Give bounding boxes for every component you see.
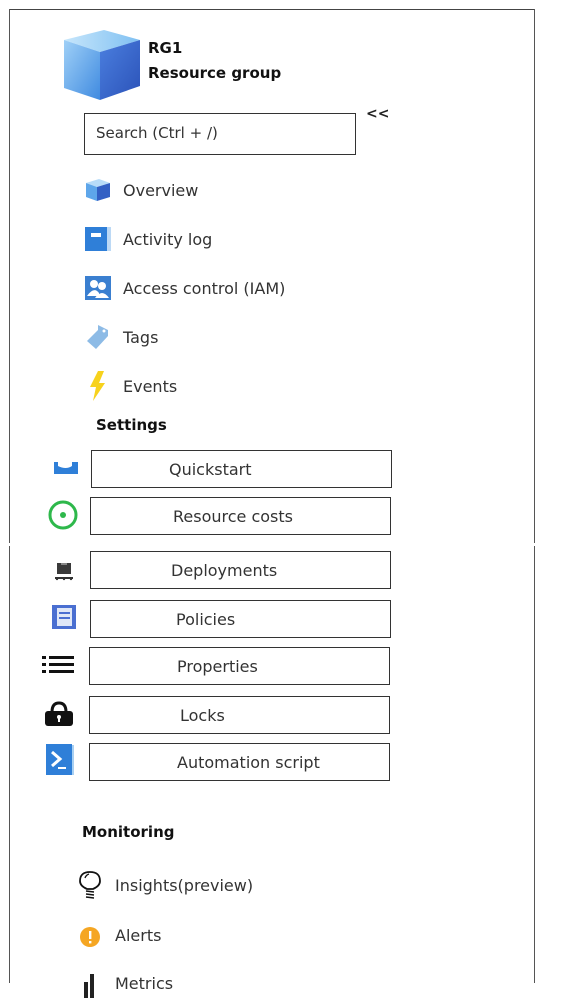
- settings-item-properties[interactable]: Properties: [89, 647, 390, 685]
- panel-border-right-lower: [534, 546, 535, 983]
- lightbulb-icon: [76, 871, 104, 899]
- powershell-icon: [43, 743, 77, 777]
- settings-item-automation-script[interactable]: Automation script: [89, 743, 390, 781]
- settings-heading: Settings: [96, 416, 167, 434]
- panel-border-top: [9, 9, 535, 10]
- bar-chart-icon: [76, 969, 104, 998]
- settings-item-policies[interactable]: Policies: [90, 600, 391, 638]
- nav-item-label: Events: [123, 376, 178, 396]
- nav-item-label: Overview: [123, 180, 199, 200]
- nav-item-tags[interactable]: Tags: [84, 322, 158, 352]
- list-icon: [41, 648, 75, 682]
- resource-name: RG1: [148, 39, 183, 57]
- users-icon: [84, 274, 112, 302]
- settings-item-resource-costs[interactable]: Resource costs: [90, 497, 391, 535]
- nav-item-label: Access control (IAM): [123, 278, 286, 298]
- monitoring-item-label: Insights(preview): [115, 875, 254, 895]
- monitoring-item-label: Alerts: [115, 925, 162, 945]
- nav-item-overview[interactable]: Overview: [84, 175, 198, 205]
- monitoring-heading: Monitoring: [82, 823, 175, 841]
- settings-item-locks[interactable]: Locks: [89, 696, 390, 734]
- monitoring-item-label: Metrics: [115, 973, 174, 993]
- lightning-icon: [84, 371, 112, 401]
- policies-icon: [47, 600, 81, 634]
- settings-item-quickstart[interactable]: Quickstart: [91, 450, 392, 488]
- settings-item-deployments[interactable]: Deployments: [90, 551, 391, 589]
- collapse-menu-button[interactable]: <<: [366, 106, 389, 122]
- tag-icon: [84, 323, 112, 351]
- alert-icon: [76, 921, 104, 949]
- deployments-icon: [47, 553, 81, 587]
- cost-icon: [46, 498, 80, 532]
- panel-border-left: [9, 9, 10, 543]
- nav-item-access-control[interactable]: Access control (IAM): [84, 273, 285, 303]
- search-input[interactable]: Search (Ctrl + /): [84, 113, 356, 155]
- overview-cube-icon: [84, 176, 112, 204]
- quickstart-icon: [49, 451, 83, 485]
- monitoring-item-alerts[interactable]: Alerts: [76, 920, 161, 950]
- monitoring-item-insights[interactable]: Insights(preview): [76, 870, 253, 900]
- nav-item-activity-log[interactable]: Activity log: [84, 224, 212, 254]
- resource-group-cube-icon: [60, 26, 144, 102]
- nav-item-events[interactable]: Events: [84, 371, 177, 401]
- resource-type: Resource group: [148, 64, 282, 82]
- monitoring-item-metrics[interactable]: Metrics: [76, 968, 173, 998]
- activity-log-icon: [84, 225, 112, 253]
- lock-icon: [42, 697, 76, 731]
- panel-border-right: [534, 9, 535, 543]
- nav-item-label: Activity log: [123, 229, 213, 249]
- nav-item-label: Tags: [123, 327, 159, 347]
- panel-border-left-lower: [9, 546, 10, 983]
